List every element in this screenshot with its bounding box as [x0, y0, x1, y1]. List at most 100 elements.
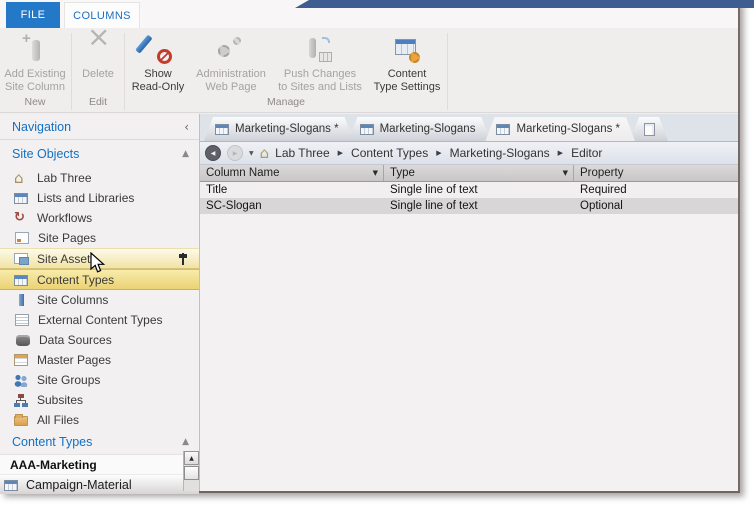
sidebar-item-label: Subsites: [37, 393, 84, 407]
group-label-manage: Manage: [267, 96, 305, 108]
folder-icon: [14, 414, 28, 426]
sidebar-item-label: Data Sources: [39, 333, 112, 347]
sidebar-item-label: Content Types: [37, 272, 115, 287]
sidebar-item-label: Site Groups: [37, 373, 101, 387]
column-icon: [14, 293, 28, 307]
columns-table-header: Column Name ▼ Type ▼ Property: [200, 165, 738, 182]
scrollbar-thumb[interactable]: [184, 466, 199, 480]
org-chart-icon: [14, 393, 28, 407]
title-bar-strip: [295, 0, 754, 8]
back-button[interactable]: ◀: [205, 145, 221, 161]
sidebar-item-label: Site Pages: [38, 231, 97, 245]
button-label: Show: [144, 68, 172, 80]
button-label: Site Column: [5, 81, 65, 93]
ribbon-group-manage: Show Read-Only Administration Web Page P…: [126, 30, 446, 112]
chevron-up-icon[interactable]: ▲: [182, 149, 189, 159]
button-label: Delete: [82, 68, 114, 80]
ribbon: Add Existing Site Column New Delete Edit…: [0, 28, 738, 113]
sidebar-item-external-content-types[interactable]: External Content Types: [0, 310, 199, 330]
button-label: Administration: [196, 68, 266, 80]
sidebar-item-site-columns[interactable]: Site Columns: [0, 290, 199, 310]
sidebar-item-subsites[interactable]: Subsites: [0, 390, 199, 410]
sidebar-item-label: External Content Types: [38, 313, 163, 327]
navigation-pane-header: Navigation ‹: [0, 114, 199, 140]
sidebar-item-all-files[interactable]: All Files: [0, 410, 199, 430]
content-type-settings-button[interactable]: Content Type Settings: [368, 30, 446, 94]
breadcrumb-separator-icon: ▶: [436, 149, 442, 157]
history-dropdown-icon[interactable]: ▼: [249, 150, 254, 157]
content-type-item-label: Campaign-Material: [26, 477, 132, 492]
header-label: Type: [390, 167, 415, 179]
collapse-pane-icon[interactable]: ‹: [184, 120, 189, 134]
mouse-cursor: [90, 252, 106, 273]
document-tab-strip: Marketing-Slogans * Marketing-Slogans Ma…: [200, 114, 738, 141]
doc-tab-marketing-slogans-3-active[interactable]: Marketing-Slogans *: [485, 117, 635, 141]
site-objects-title: Site Objects: [12, 147, 80, 161]
sidebar-item-master-pages[interactable]: Master Pages: [0, 350, 199, 370]
site-objects-header[interactable]: Site Objects ▲: [0, 140, 199, 168]
sidebar-scrollbar[interactable]: ▲: [183, 451, 199, 491]
push-changes-icon: [306, 36, 334, 64]
header-label: Property: [580, 167, 624, 179]
table-icon: [4, 479, 18, 491]
content-types-section-header[interactable]: Content Types ▲: [0, 430, 199, 454]
cell-type: Single line of text: [390, 200, 478, 212]
administration-web-page-button[interactable]: Administration Web Page: [190, 30, 272, 94]
sort-dropdown-icon[interactable]: ▼: [563, 169, 568, 177]
header-property[interactable]: Property: [574, 165, 738, 181]
doc-tab-marketing-slogans-2[interactable]: Marketing-Slogans: [349, 117, 491, 141]
content-type-item-campaign-material[interactable]: Campaign-Material: [0, 474, 199, 494]
sidebar-item-data-sources[interactable]: Data Sources: [0, 330, 199, 350]
window-gear-icon: [393, 36, 421, 64]
sort-dropdown-icon[interactable]: ▼: [373, 169, 378, 177]
button-label: Web Page: [205, 81, 257, 93]
button-label: Type Settings: [373, 81, 441, 93]
doc-tab-marketing-slogans-1[interactable]: Marketing-Slogans *: [204, 117, 354, 141]
breadcrumb-marketing-slogans[interactable]: Marketing-Slogans: [450, 146, 550, 160]
content-type-group-aaa-marketing[interactable]: AAA-Marketing: [0, 454, 199, 474]
new-document-tab[interactable]: [630, 117, 668, 141]
header-column-name[interactable]: Column Name ▼: [200, 165, 384, 181]
pin-icon[interactable]: [178, 253, 187, 265]
sidebar-item-workflows[interactable]: Workflows: [0, 208, 199, 228]
sidebar-item-label: Site Columns: [37, 293, 109, 307]
breadcrumb-lab-three[interactable]: Lab Three: [275, 146, 330, 160]
chevron-up-icon[interactable]: ▲: [182, 437, 189, 447]
scroll-up-button[interactable]: ▲: [184, 451, 199, 465]
ribbon-tab-file[interactable]: FILE: [6, 2, 60, 28]
cell-property: Required: [580, 184, 627, 196]
home-icon: [14, 169, 28, 187]
add-existing-site-column-button[interactable]: Add Existing Site Column: [0, 30, 70, 94]
table-row[interactable]: SC-Slogan Single line of text Optional: [200, 198, 738, 214]
breadcrumb-bar: ◀ ▶ ▼ Lab Three ▶ Content Types ▶ Market…: [200, 141, 738, 165]
show-read-only-button[interactable]: Show Read-Only: [126, 30, 190, 94]
button-label: Push Changes: [283, 68, 357, 80]
doc-tab-label: Marketing-Slogans: [379, 123, 476, 135]
header-type[interactable]: Type ▼: [384, 165, 574, 181]
table-icon: [360, 124, 374, 135]
doc-tab-label: Marketing-Slogans *: [235, 123, 339, 135]
page-icon: [15, 232, 29, 244]
ribbon-separator: [447, 33, 448, 110]
sidebar-item-site-groups[interactable]: Site Groups: [0, 370, 199, 390]
sidebar-item-label: Master Pages: [37, 353, 112, 367]
push-changes-button[interactable]: Push Changes to Sites and Lists: [272, 30, 368, 94]
master-page-icon: [14, 354, 28, 366]
ribbon-separator: [71, 33, 72, 110]
breadcrumb-editor[interactable]: Editor: [571, 146, 602, 160]
button-label: Add Existing: [4, 68, 66, 80]
delete-x-icon: [84, 30, 112, 64]
table-icon: [14, 274, 28, 286]
doc-tab-label: Marketing-Slogans *: [516, 123, 621, 135]
sidebar-item-lab-three[interactable]: Lab Three: [0, 168, 199, 188]
sidebar-item-lists-and-libraries[interactable]: Lists and Libraries: [0, 188, 199, 208]
sidebar-item-site-pages[interactable]: Site Pages: [0, 228, 199, 248]
sidebar-item-label: All Files: [37, 413, 80, 427]
delete-button[interactable]: Delete: [73, 30, 123, 81]
breadcrumb-content-types[interactable]: Content Types: [351, 146, 428, 160]
forward-button[interactable]: ▶: [227, 145, 243, 161]
table-row[interactable]: Title Single line of text Required: [200, 182, 738, 198]
table-icon: [496, 124, 510, 135]
cell-type: Single line of text: [390, 184, 478, 196]
sidebar-item-label: Site Assets: [37, 251, 97, 266]
